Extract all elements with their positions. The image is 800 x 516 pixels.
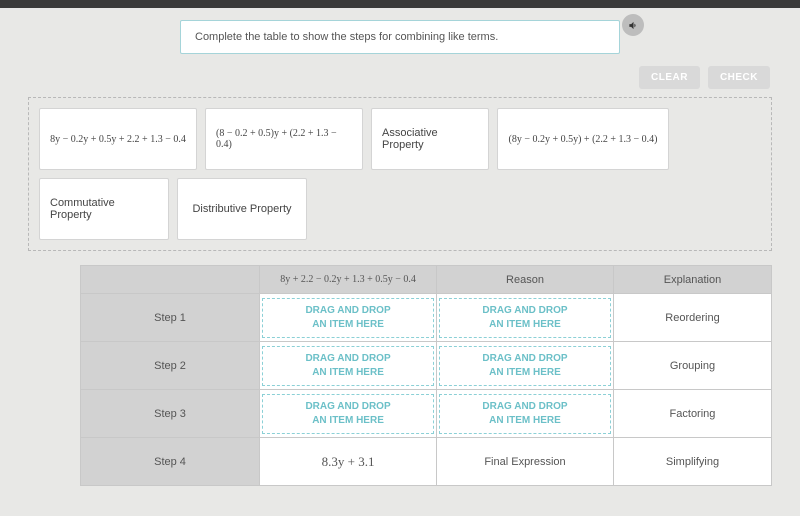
dropzone-step1-reason[interactable]: DRAG AND DROPAN ITEM HERE: [437, 294, 614, 342]
explanation-cell: Grouping: [613, 342, 771, 390]
step4-reason: Final Expression: [437, 438, 614, 486]
tile-expr-3[interactable]: (8y − 0.2y + 0.5y) + (2.2 + 1.3 − 0.4): [497, 108, 669, 170]
dropzone-text-l1: DRAG AND DROP: [305, 400, 390, 414]
dropzone-text-l2: AN ITEM HERE: [312, 414, 384, 428]
table-row: Step 1 DRAG AND DROPAN ITEM HERE DRAG AN…: [81, 294, 772, 342]
dropzone-text-l2: AN ITEM HERE: [489, 318, 561, 332]
dropzone-step1-expr[interactable]: DRAG AND DROPAN ITEM HERE: [260, 294, 437, 342]
header-reason: Reason: [437, 266, 614, 294]
dropzone-text-l2: AN ITEM HERE: [312, 366, 384, 380]
dropzone-step2-reason[interactable]: DRAG AND DROPAN ITEM HERE: [437, 342, 614, 390]
tile-associative[interactable]: Associative Property: [371, 108, 489, 170]
step-label: Step 4: [81, 438, 260, 486]
dropzone-text-l1: DRAG AND DROP: [305, 352, 390, 366]
clear-button[interactable]: CLEAR: [639, 66, 700, 89]
step-label: Step 3: [81, 390, 260, 438]
header-expression: 8y + 2.2 − 0.2y + 1.3 + 0.5y − 0.4: [260, 266, 437, 294]
dropzone-text-l2: AN ITEM HERE: [489, 366, 561, 380]
action-buttons: CLEAR CHECK: [0, 62, 800, 97]
explanation-cell: Factoring: [613, 390, 771, 438]
tile-expr-2[interactable]: (8 − 0.2 + 0.5)y + (2.2 + 1.3 − 0.4): [205, 108, 363, 170]
table-header-row: 8y + 2.2 − 0.2y + 1.3 + 0.5y − 0.4 Reaso…: [81, 266, 772, 294]
dropzone-text-l1: DRAG AND DROP: [305, 304, 390, 318]
tile-commutative[interactable]: Commutative Property: [39, 178, 169, 240]
dropzone-step3-reason[interactable]: DRAG AND DROPAN ITEM HERE: [437, 390, 614, 438]
steps-table-wrap: 8y + 2.2 − 0.2y + 1.3 + 0.5y − 0.4 Reaso…: [80, 265, 772, 486]
table-row: Step 3 DRAG AND DROPAN ITEM HERE DRAG AN…: [81, 390, 772, 438]
step4-expression: 8.3y + 3.1: [260, 438, 437, 486]
header-blank: [81, 266, 260, 294]
table-row: Step 2 DRAG AND DROPAN ITEM HERE DRAG AN…: [81, 342, 772, 390]
explanation-cell: Reordering: [613, 294, 771, 342]
draggable-tiles-container: 8y − 0.2y + 0.5y + 2.2 + 1.3 − 0.4 (8 − …: [28, 97, 772, 251]
check-button[interactable]: CHECK: [708, 66, 770, 89]
header-explanation: Explanation: [613, 266, 771, 294]
dropzone-text-l1: DRAG AND DROP: [482, 400, 567, 414]
dropzone-text-l1: DRAG AND DROP: [482, 352, 567, 366]
dropzone-step2-expr[interactable]: DRAG AND DROPAN ITEM HERE: [260, 342, 437, 390]
dropzone-text-l2: AN ITEM HERE: [312, 318, 384, 332]
dropzone-text-l2: AN ITEM HERE: [489, 414, 561, 428]
explanation-cell: Simplifying: [613, 438, 771, 486]
table-row: Step 4 8.3y + 3.1 Final Expression Simpl…: [81, 438, 772, 486]
audio-button[interactable]: [622, 14, 644, 36]
prompt-text: Complete the table to show the steps for…: [180, 20, 620, 54]
step-label: Step 2: [81, 342, 260, 390]
tile-distributive[interactable]: Distributive Property: [177, 178, 307, 240]
steps-table: 8y + 2.2 − 0.2y + 1.3 + 0.5y − 0.4 Reaso…: [80, 265, 772, 486]
prompt-row: Complete the table to show the steps for…: [0, 8, 800, 62]
step-label: Step 1: [81, 294, 260, 342]
dropzone-text-l1: DRAG AND DROP: [482, 304, 567, 318]
dropzone-step3-expr[interactable]: DRAG AND DROPAN ITEM HERE: [260, 390, 437, 438]
top-bar: [0, 0, 800, 8]
tile-expr-1[interactable]: 8y − 0.2y + 0.5y + 2.2 + 1.3 − 0.4: [39, 108, 197, 170]
speaker-icon: [628, 20, 639, 31]
